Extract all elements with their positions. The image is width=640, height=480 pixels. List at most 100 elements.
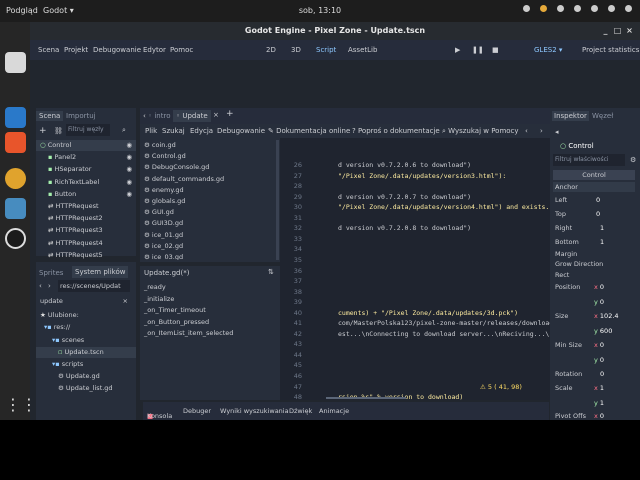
rotation-value[interactable]: 0 [600, 370, 604, 378]
script-list-item[interactable]: ⚙ default_commands.gd [142, 174, 278, 185]
method-item[interactable]: _on_Timer_timeout [142, 305, 278, 316]
panel-next-icon[interactable]: › [540, 127, 543, 135]
tab-import[interactable]: Importuj [66, 112, 96, 120]
favorites-row[interactable]: ★ Ulubione: [36, 310, 136, 321]
wifi-icon[interactable] [591, 5, 598, 12]
software-icon[interactable] [5, 132, 26, 153]
minimize-icon[interactable]: _ [601, 26, 610, 35]
code-line[interactable]: 35 [280, 255, 550, 266]
display-icon[interactable] [574, 5, 581, 12]
stop-icon[interactable]: ■ [492, 46, 499, 54]
path-field[interactable]: res://scenes/Updat [58, 280, 130, 292]
update-gd-file[interactable]: ⚙ Update.gd [36, 371, 136, 382]
scene-node[interactable]: ▪ Panel2 ◉ [36, 152, 136, 163]
scene-node[interactable]: ⇄ HTTPRequest3 [36, 225, 136, 236]
class-header[interactable]: Control [553, 170, 635, 180]
code-line[interactable]: 45 [280, 360, 550, 371]
code-line[interactable]: 27 "/Pixel Zone/.data/updates/version3.ht… [280, 171, 550, 182]
clear-search-icon[interactable]: × [123, 295, 128, 307]
visibility-icon[interactable]: ◉ [126, 152, 132, 163]
code-hscrollbar[interactable] [326, 397, 406, 399]
workspace-3d[interactable]: 3D [291, 46, 301, 54]
top-value[interactable]: 0 [596, 210, 600, 218]
scene-node[interactable]: ▪ Button ◉ [36, 189, 136, 200]
audio-tab[interactable]: Dźwięk [289, 407, 312, 415]
volume-icon[interactable] [608, 5, 615, 12]
inspector-settings-icon[interactable]: ⚙ [630, 156, 636, 164]
obs-icon[interactable] [5, 228, 26, 249]
search-help-button[interactable]: ⌕ Wyszukaj w Pomocy [442, 127, 519, 136]
network-icon[interactable] [523, 5, 530, 12]
scene-node[interactable]: ▪ HSeparator ◉ [36, 164, 136, 175]
script-list-item[interactable]: ⚙ ice_02.gd [142, 241, 278, 252]
menu-project[interactable]: Projekt [64, 46, 88, 54]
code-line[interactable]: 28 [280, 181, 550, 192]
tab-intro[interactable]: ◦ intro [148, 112, 171, 120]
script-list-item[interactable]: ⚙ Control.gd [142, 151, 278, 162]
method-item[interactable]: _on_ItemList_item_selected [142, 328, 278, 339]
code-line[interactable]: 33 [280, 234, 550, 245]
property-filter-input[interactable]: Filtruj właściwości [553, 154, 625, 166]
scene-node[interactable]: ○ Control ◉ [36, 140, 136, 151]
script-list-item[interactable]: ⚙ coin.gd [142, 140, 278, 151]
visibility-icon[interactable]: ◉ [126, 177, 132, 188]
tab-inspector[interactable]: Inspektor [552, 111, 589, 121]
grow-direction-section[interactable]: Grow Direction [555, 260, 603, 268]
renderer-select[interactable]: GLES2 ▾ [534, 46, 562, 54]
back-icon[interactable]: ‹ [39, 282, 42, 290]
scene-node[interactable]: ⇄ HTTPRequest5 [36, 250, 136, 261]
workspace-script[interactable]: Script [316, 46, 336, 54]
code-line[interactable]: 46 [280, 371, 550, 382]
link-icon[interactable]: ⛓ [54, 127, 63, 135]
pause-icon[interactable]: ❚❚ [472, 46, 484, 54]
writer-icon[interactable] [5, 107, 26, 128]
code-line[interactable]: 42 est...\nConnecting to download server.… [280, 329, 550, 340]
bottom-value[interactable]: 1 [600, 238, 604, 246]
code-line[interactable]: 41 com/MasterPolska123/pixel-zone-master/… [280, 318, 550, 329]
power-icon[interactable] [625, 5, 632, 12]
script-list-item[interactable]: ⚙ ice_01.gd [142, 230, 278, 241]
update-list-file[interactable]: ⚙ Update_list.gd [36, 383, 136, 394]
visibility-icon[interactable]: ◉ [126, 164, 132, 175]
min-size-x[interactable]: x 0 [594, 341, 604, 349]
files-icon[interactable] [5, 52, 26, 73]
new-tab-icon[interactable]: + [226, 109, 234, 119]
menu-debug[interactable]: Debugowanie [93, 46, 141, 54]
code-line[interactable]: 44 [280, 350, 550, 361]
system-tray[interactable] [523, 5, 632, 12]
close-icon[interactable]: × [625, 26, 634, 35]
project-stats-button[interactable]: Project statistics [582, 46, 639, 54]
menu-edit[interactable]: Edycja [190, 127, 213, 135]
scenes-folder[interactable]: ▾▪ scenes [36, 335, 136, 346]
code-line[interactable]: 34 [280, 244, 550, 255]
workspace-2d[interactable]: 2D [266, 46, 276, 54]
tab-update[interactable]: ◦ Update [173, 110, 211, 122]
rect-section[interactable]: Rect [555, 271, 569, 279]
size-y[interactable]: y 600 [594, 327, 612, 335]
method-item[interactable]: _ready [142, 282, 278, 293]
margin-section[interactable]: Margin [555, 250, 577, 258]
menu-script-debug[interactable]: Debugowanie [217, 127, 265, 135]
res-folder[interactable]: ▾▪ res:// [36, 322, 136, 333]
code-line[interactable]: 39 [280, 297, 550, 308]
code-line[interactable]: 48rsion %s" % version_to_download) [280, 392, 550, 400]
debugger-tab[interactable]: Debuger [183, 407, 211, 415]
position-x[interactable]: x 0 [594, 283, 604, 291]
tab-node[interactable]: Węzeł [592, 112, 613, 120]
panel-prev-icon[interactable]: ‹ [525, 127, 528, 135]
code-editor[interactable]: 26 d version v0.7.2.0.6 to download") 27 "/… [280, 138, 550, 400]
position-y[interactable]: y 0 [594, 298, 604, 306]
code-line[interactable]: 26 d version v0.7.2.0.6 to download") [280, 160, 550, 171]
menu-scene[interactable]: Scena [38, 46, 59, 54]
tab-scene[interactable]: Scena [36, 111, 64, 121]
scene-node[interactable]: ▪ RichTextLabel ◉ [36, 177, 136, 188]
tab-sprites[interactable]: Sprites [39, 269, 63, 277]
script-list-item[interactable]: ⚙ DebugConsole.gd [142, 162, 278, 173]
animation-tab[interactable]: Animacje [319, 407, 349, 415]
maximize-icon[interactable]: □ [613, 26, 622, 35]
visibility-icon[interactable]: ◉ [126, 189, 132, 200]
scale-y[interactable]: y 1 [594, 399, 604, 407]
mic-icon[interactable] [557, 5, 564, 12]
file-search-input[interactable]: update × [38, 295, 130, 307]
tab-prev-icon[interactable]: ‹ [143, 112, 146, 120]
